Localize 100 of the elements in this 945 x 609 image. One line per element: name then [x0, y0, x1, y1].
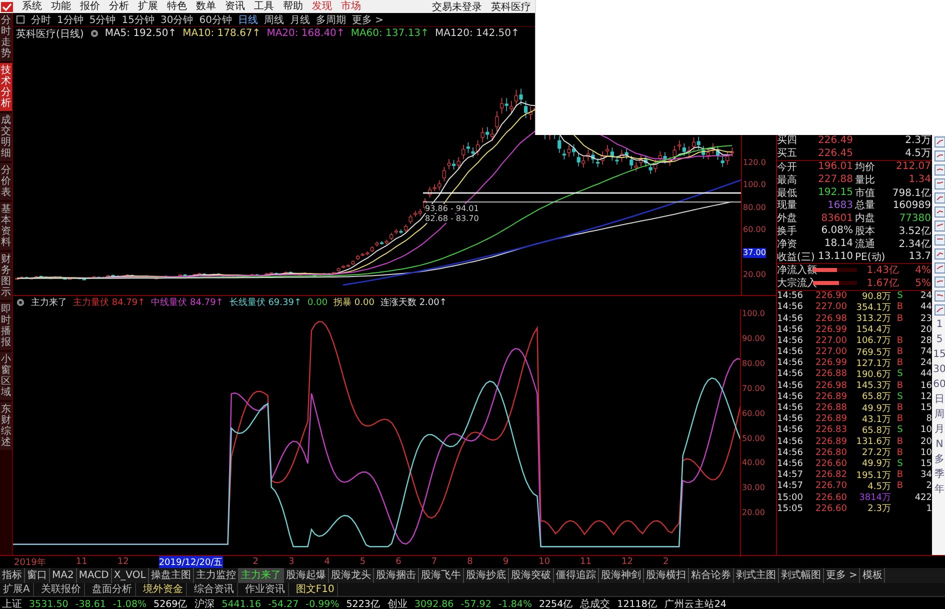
- toolbar-icon[interactable]: [934, 234, 945, 246]
- menu-item[interactable]: 特色: [167, 0, 187, 12]
- period-button[interactable]: 15: [933, 348, 945, 361]
- menu-item[interactable]: 工具: [254, 0, 274, 12]
- toolbar-icon[interactable]: [934, 304, 945, 316]
- indicator-tab[interactable]: 主力来了: [238, 568, 284, 583]
- trade-price: 226.70: [814, 481, 847, 492]
- trade-time: 14:56: [777, 324, 804, 335]
- side-tab[interactable]: 东财综述: [0, 402, 12, 450]
- menu-item[interactable]: 市场: [341, 0, 361, 12]
- period-tab[interactable]: 日线: [238, 12, 258, 26]
- period-tab[interactable]: 1分钟: [57, 12, 84, 26]
- toolbar-icon[interactable]: [934, 178, 945, 190]
- period-button[interactable]: 60: [933, 378, 945, 391]
- date-label: 6: [396, 557, 402, 567]
- stat-label: 总量: [854, 198, 876, 212]
- indicator-value: 拐暴 0.00: [334, 296, 374, 309]
- price-axis-label: 100.0: [743, 180, 766, 190]
- toolbar-icon[interactable]: [934, 248, 945, 260]
- toolbar-icon[interactable]: [934, 136, 945, 148]
- window-icon[interactable]: [16, 15, 25, 24]
- trade-time: 14:56: [777, 414, 804, 424]
- trade-side: B: [896, 302, 904, 312]
- index-percent: -1.84%: [498, 598, 532, 609]
- menu-item[interactable]: 报价: [80, 0, 100, 12]
- toolbar-icon[interactable]: [934, 262, 945, 274]
- period-button[interactable]: 周: [934, 408, 944, 421]
- period-button[interactable]: 月: [934, 423, 944, 436]
- toolbar-icon[interactable]: [934, 192, 945, 204]
- gear-icon[interactable]: [16, 298, 25, 307]
- stat-value: 212.07: [895, 161, 932, 172]
- stat-value: 18.14: [823, 238, 853, 250]
- gear-icon[interactable]: [90, 29, 99, 38]
- side-tab[interactable]: 小窗区域: [0, 352, 12, 400]
- period-button[interactable]: 1: [936, 318, 943, 331]
- trade-volume: 313.2万: [855, 313, 891, 325]
- menu-item[interactable]: 数单: [196, 0, 216, 12]
- price-axis-label: 37.00: [743, 248, 766, 258]
- period-tab[interactable]: 周线: [264, 12, 284, 26]
- period-button[interactable]: N: [936, 438, 944, 451]
- stat-label: 均价: [854, 161, 876, 174]
- side-tab[interactable]: 基本资料: [0, 202, 12, 250]
- trade-price: 226.89: [814, 392, 847, 402]
- date-label: 8: [467, 557, 473, 567]
- side-tab[interactable]: 分价表: [0, 163, 12, 200]
- period-tab[interactable]: 15分钟: [122, 12, 154, 26]
- price-range-label: 82.68 - 83.70: [425, 214, 479, 223]
- period-button[interactable]: 30: [933, 363, 945, 376]
- menu-item[interactable]: 资讯: [225, 0, 245, 12]
- app-logo-icon[interactable]: [1, 2, 13, 12]
- depth-volume: 2.3万: [904, 134, 932, 148]
- side-tab[interactable]: 分时走势: [0, 13, 12, 61]
- toolbar-icon[interactable]: [934, 276, 945, 288]
- side-tab[interactable]: 技术分析: [0, 63, 12, 111]
- indicator-axis-label: 40.00: [742, 458, 765, 468]
- menu-item[interactable]: 扩展: [138, 0, 158, 12]
- period-tab[interactable]: 月线: [290, 12, 310, 26]
- period-tab[interactable]: 30分钟: [160, 12, 194, 26]
- period-tab[interactable]: 5分钟: [89, 12, 116, 26]
- side-tab[interactable]: 成交明细: [0, 113, 12, 161]
- trade-price: 227.00: [814, 302, 847, 312]
- stat-label: PE(动): [854, 250, 886, 264]
- side-tab[interactable]: 即时播报: [0, 302, 12, 350]
- menu-item[interactable]: 分析: [109, 0, 129, 12]
- price-axis-label: 20.00: [743, 270, 766, 280]
- trade-price: 226.60: [814, 458, 847, 469]
- login-status[interactable]: 交易未登录: [432, 0, 482, 14]
- period-button[interactable]: 季: [934, 468, 944, 481]
- stat-label: 收益(三): [777, 250, 813, 264]
- period-tab[interactable]: 多周期: [316, 12, 346, 26]
- stat-value: 3.52亿: [898, 224, 932, 238]
- period-tab[interactable]: 60分钟: [199, 12, 232, 26]
- trade-volume: 49.9万: [860, 458, 891, 470]
- menu-item[interactable]: 系统: [22, 0, 42, 12]
- toolbar-icon[interactable]: [934, 220, 945, 232]
- period-tab[interactable]: 更多 >: [352, 12, 384, 26]
- toolbar-icon[interactable]: [934, 164, 945, 176]
- period-button[interactable]: 5: [936, 333, 943, 346]
- stat-label: 最高: [777, 174, 798, 187]
- menu-item[interactable]: 功能: [51, 0, 71, 12]
- toolbar-icon[interactable]: [934, 150, 945, 162]
- period-button[interactable]: 日: [934, 393, 944, 406]
- trade-side: B: [896, 358, 904, 368]
- trade-volume: 769.5万: [855, 346, 891, 359]
- stat-label: 外盘: [777, 212, 798, 226]
- price-axis-label: 60.00: [743, 225, 766, 236]
- period-tab[interactable]: 分时: [31, 12, 51, 26]
- toolbar-icon[interactable]: [934, 206, 945, 218]
- menu-item[interactable]: 帮助: [283, 0, 303, 12]
- trade-side: B: [896, 470, 904, 480]
- flow-percent: 5%: [914, 278, 932, 289]
- period-button[interactable]: 年: [934, 483, 944, 496]
- toolbar-icon[interactable]: [934, 290, 945, 302]
- side-tab[interactable]: 财务图示: [0, 252, 12, 300]
- period-button[interactable]: 多: [934, 453, 944, 466]
- trade-count: 74: [920, 347, 932, 358]
- stat-value: 83601: [820, 212, 853, 224]
- trade-count: 24: [920, 358, 932, 368]
- trade-count: 44: [920, 369, 932, 380]
- menu-item[interactable]: 发现: [312, 0, 332, 12]
